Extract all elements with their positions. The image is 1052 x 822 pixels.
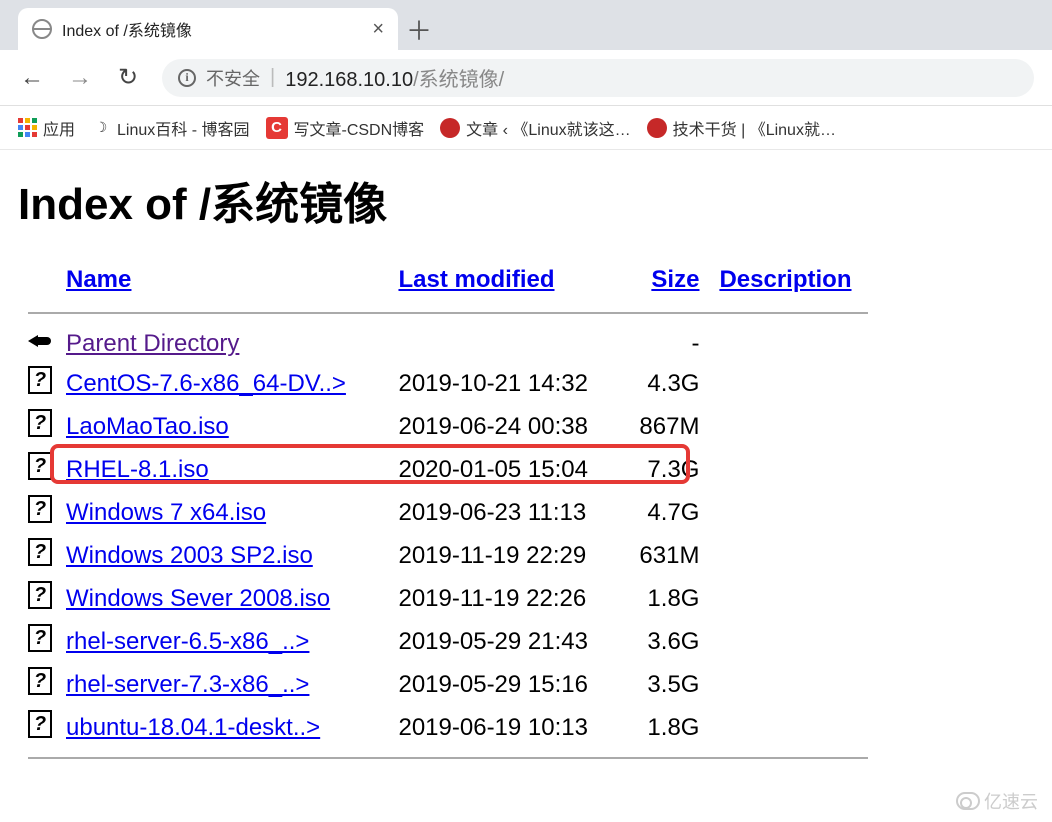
directory-listing: Name Last modified Size Description Pare… bbox=[18, 262, 878, 771]
apps-label: 应用 bbox=[43, 116, 75, 140]
file-modified: 2019-05-29 15:16 bbox=[388, 663, 620, 706]
file-icon bbox=[28, 452, 52, 480]
file-icon bbox=[28, 366, 52, 394]
tab-title: Index of /系统镜像 bbox=[62, 17, 362, 41]
file-row: rhel-server-7.3-x86_..> 2019-05-29 15:163… bbox=[18, 663, 878, 706]
globe-icon bbox=[32, 19, 52, 39]
sort-desc[interactable]: Description bbox=[719, 266, 851, 293]
file-icon bbox=[28, 409, 52, 437]
file-icon bbox=[28, 495, 52, 523]
file-modified: 2019-06-24 00:38 bbox=[388, 405, 620, 448]
header-row: Name Last modified Size Description bbox=[18, 262, 878, 304]
file-modified: 2020-01-05 15:04 bbox=[388, 448, 620, 491]
file-link[interactable]: Windows 7 x64.iso bbox=[66, 499, 266, 526]
close-icon[interactable]: × bbox=[372, 18, 384, 41]
file-icon bbox=[28, 710, 52, 738]
file-link[interactable]: rhel-server-7.3-x86_..> bbox=[66, 671, 309, 698]
browser-tab[interactable]: Index of /系统镜像 × bbox=[18, 8, 398, 50]
info-icon[interactable]: i bbox=[178, 69, 196, 87]
divider bbox=[28, 312, 868, 314]
file-row: Windows 7 x64.iso 2019-06-23 11:134.7G bbox=[18, 491, 878, 534]
sort-name[interactable]: Name bbox=[66, 266, 131, 293]
file-size: 4.7G bbox=[621, 491, 710, 534]
file-link[interactable]: Windows 2003 SP2.iso bbox=[66, 542, 313, 569]
divider bbox=[28, 757, 868, 759]
file-row: rhel-server-6.5-x86_..> 2019-05-29 21:433… bbox=[18, 620, 878, 663]
file-size: 631M bbox=[621, 534, 710, 577]
col-modified: Last modified bbox=[388, 262, 620, 304]
bookmark-label: Linux百科 - 博客园 bbox=[117, 116, 249, 140]
page-content: Index of /系统镜像 Name Last modified Size D… bbox=[0, 150, 1052, 789]
file-size: 3.6G bbox=[621, 620, 710, 663]
bookmark-item[interactable]: 文章 ‹ 《Linux就该这… bbox=[440, 116, 630, 140]
back-button[interactable]: ← bbox=[18, 64, 46, 92]
browser-tab-bar: Index of /系统镜像 × ＋ bbox=[0, 0, 1052, 50]
security-status: 不安全 bbox=[206, 65, 260, 91]
apps-icon bbox=[18, 118, 37, 137]
file-row: LaoMaoTao.iso 2019-06-24 00:38867M bbox=[18, 405, 878, 448]
parent-row: Parent Directory - bbox=[18, 326, 878, 362]
col-size: Size bbox=[621, 262, 710, 304]
bookmark-item[interactable]: C 写文章-CSDN博客 bbox=[266, 116, 425, 140]
file-size: 7.3G bbox=[621, 448, 710, 491]
col-desc: Description bbox=[709, 262, 878, 304]
back-icon bbox=[28, 331, 54, 351]
file-size: 3.5G bbox=[621, 663, 710, 706]
new-tab-button[interactable]: ＋ bbox=[398, 8, 440, 50]
file-link[interactable]: CentOS-7.6-x86_64-DV..> bbox=[66, 370, 346, 397]
file-size: 867M bbox=[621, 405, 710, 448]
file-row: Windows 2003 SP2.iso 2019-11-19 22:29631M bbox=[18, 534, 878, 577]
url-bar[interactable]: i 不安全 | 192.168.10.10/系统镜像/ bbox=[162, 59, 1034, 97]
file-row: RHEL-8.1.iso 2020-01-05 15:047.3G bbox=[18, 448, 878, 491]
url-text: 192.168.10.10/系统镜像/ bbox=[285, 63, 504, 92]
csdn-icon: C bbox=[266, 117, 288, 139]
parent-link[interactable]: Parent Directory bbox=[66, 330, 239, 357]
watermark: 亿速云 bbox=[956, 788, 1038, 814]
apps-button[interactable]: 应用 bbox=[18, 116, 75, 140]
watermark-icon bbox=[956, 792, 980, 810]
bookmark-label: 技术干货 | 《Linux就… bbox=[673, 116, 836, 140]
site-icon: ☽ bbox=[91, 118, 111, 138]
red-circle-icon bbox=[440, 118, 460, 138]
red-circle-icon bbox=[647, 118, 667, 138]
address-toolbar: ← → ↻ i 不安全 | 192.168.10.10/系统镜像/ bbox=[0, 50, 1052, 106]
bookmark-label: 写文章-CSDN博客 bbox=[294, 116, 425, 140]
file-link[interactable]: ubuntu-18.04.1-deskt..> bbox=[66, 714, 320, 741]
file-link[interactable]: Windows Sever 2008.iso bbox=[66, 585, 330, 612]
sort-modified[interactable]: Last modified bbox=[398, 266, 554, 293]
col-name: Name bbox=[56, 262, 388, 304]
bookmark-item[interactable]: ☽ Linux百科 - 博客园 bbox=[91, 116, 249, 140]
file-row: CentOS-7.6-x86_64-DV..> 2019-10-21 14:324… bbox=[18, 362, 878, 405]
file-modified: 2019-10-21 14:32 bbox=[388, 362, 620, 405]
file-row: Windows Sever 2008.iso 2019-11-19 22:261.… bbox=[18, 577, 878, 620]
file-size: 1.8G bbox=[621, 706, 710, 749]
file-size: 1.8G bbox=[621, 577, 710, 620]
url-separator: | bbox=[270, 66, 275, 89]
bookmark-bar: 应用 ☽ Linux百科 - 博客园 C 写文章-CSDN博客 文章 ‹ 《Linux就… bbox=[0, 106, 1052, 150]
file-modified: 2019-11-19 22:26 bbox=[388, 577, 620, 620]
file-link[interactable]: LaoMaoTao.iso bbox=[66, 413, 229, 440]
file-size: 4.3G bbox=[621, 362, 710, 405]
file-modified: 2019-06-23 11:13 bbox=[388, 491, 620, 534]
file-icon bbox=[28, 538, 52, 566]
parent-size: - bbox=[621, 326, 710, 362]
reload-button[interactable]: ↻ bbox=[114, 63, 142, 92]
forward-button[interactable]: → bbox=[66, 64, 94, 92]
bookmark-item[interactable]: 技术干货 | 《Linux就… bbox=[647, 116, 836, 140]
file-link[interactable]: RHEL-8.1.iso bbox=[66, 456, 209, 483]
file-modified: 2019-11-19 22:29 bbox=[388, 534, 620, 577]
bookmark-label: 文章 ‹ 《Linux就该这… bbox=[466, 116, 630, 140]
file-modified: 2019-05-29 21:43 bbox=[388, 620, 620, 663]
file-modified: 2019-06-19 10:13 bbox=[388, 706, 620, 749]
file-icon bbox=[28, 624, 52, 652]
file-icon bbox=[28, 581, 52, 609]
file-link[interactable]: rhel-server-6.5-x86_..> bbox=[66, 628, 309, 655]
page-title: Index of /系统镜像 bbox=[18, 168, 1034, 232]
sort-size[interactable]: Size bbox=[651, 266, 699, 293]
file-icon bbox=[28, 667, 52, 695]
file-row: ubuntu-18.04.1-deskt..> 2019-06-19 10:131… bbox=[18, 706, 878, 749]
